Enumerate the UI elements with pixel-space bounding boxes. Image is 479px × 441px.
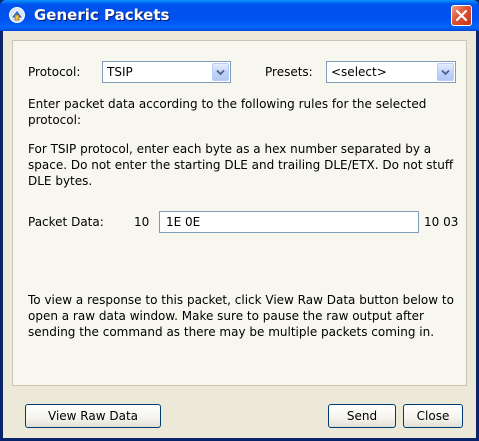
view-raw-data-button[interactable]: View Raw Data <box>25 404 161 428</box>
instructions-rules: For TSIP protocol, enter each byte as a … <box>28 142 454 188</box>
protocol-value: TSIP <box>107 65 133 79</box>
dialog-body: Protocol: TSIP Presets: <select> Enter p… <box>3 31 476 438</box>
response-note: To view a response to this packet, click… <box>28 293 454 339</box>
packet-data-input[interactable] <box>159 211 419 233</box>
packet-prefix: 10 <box>134 215 150 229</box>
presets-dropdown-button[interactable] <box>437 63 454 81</box>
presets-select[interactable]: <select> <box>326 61 456 83</box>
protocol-label: Protocol: <box>28 65 81 79</box>
generic-packets-window: Generic Packets Protocol: TSIP Presets: <box>0 0 479 441</box>
title-bar[interactable]: Generic Packets <box>0 0 479 31</box>
presets-value: <select> <box>331 65 387 79</box>
packet-panel: Protocol: TSIP Presets: <select> Enter p… <box>12 40 467 386</box>
protocol-dropdown-button[interactable] <box>212 63 229 81</box>
send-button[interactable]: Send <box>328 404 396 428</box>
protocol-select[interactable]: TSIP <box>102 61 231 83</box>
packet-icon <box>8 6 26 24</box>
window-title: Generic Packets <box>34 6 170 24</box>
packet-data-label: Packet Data: <box>28 215 104 229</box>
packet-suffix: 10 03 <box>424 215 459 229</box>
instructions-intro: Enter packet data according to the follo… <box>28 97 427 127</box>
close-window-button[interactable] <box>451 5 472 26</box>
close-button[interactable]: Close <box>403 404 463 428</box>
presets-label: Presets: <box>265 65 313 79</box>
